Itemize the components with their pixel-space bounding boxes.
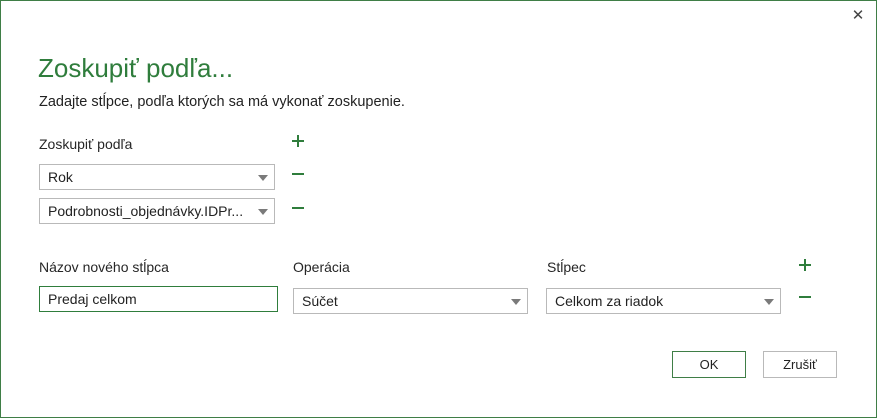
- column-select-value: Celkom za riadok: [555, 293, 664, 309]
- group-by-label: Zoskupiť podľa: [39, 136, 133, 152]
- remove-aggregation-icon[interactable]: [797, 289, 813, 305]
- chevron-down-icon: [258, 209, 268, 215]
- column-label: Stĺpec: [547, 259, 586, 275]
- group-by-select-rok[interactable]: Rok: [39, 164, 275, 190]
- ok-button[interactable]: OK: [672, 351, 746, 378]
- dialog-description: Zadajte stĺpce, podľa ktorých sa má vyko…: [39, 94, 405, 110]
- chevron-down-icon: [258, 175, 268, 181]
- operation-select-value: Súčet: [302, 293, 338, 309]
- chevron-down-icon: [764, 299, 774, 305]
- operation-select[interactable]: Súčet: [293, 288, 528, 314]
- group-by-select-idproduktu[interactable]: Podrobnosti_objednávky.IDPr...: [39, 198, 275, 224]
- add-group-by-icon[interactable]: [290, 133, 306, 149]
- close-icon[interactable]: ✕: [851, 8, 865, 23]
- remove-group-by-icon[interactable]: [290, 166, 306, 182]
- chevron-down-icon: [511, 299, 521, 305]
- column-select[interactable]: Celkom za riadok: [546, 288, 781, 314]
- operation-label: Operácia: [293, 259, 350, 275]
- cancel-button[interactable]: Zrušiť: [763, 351, 837, 378]
- group-by-select-value: Podrobnosti_objednávky.IDPr...: [48, 203, 244, 219]
- new-column-name-input[interactable]: [39, 286, 278, 312]
- dialog-title: Zoskupiť podľa...: [38, 53, 234, 83]
- remove-group-by-icon[interactable]: [290, 200, 306, 216]
- add-aggregation-icon[interactable]: [797, 257, 813, 273]
- group-by-dialog: ✕ Zoskupiť podľa... Zadajte stĺpce, podľ…: [0, 0, 877, 418]
- group-by-select-value: Rok: [48, 169, 73, 185]
- new-column-name-label: Názov nového stĺpca: [39, 259, 169, 275]
